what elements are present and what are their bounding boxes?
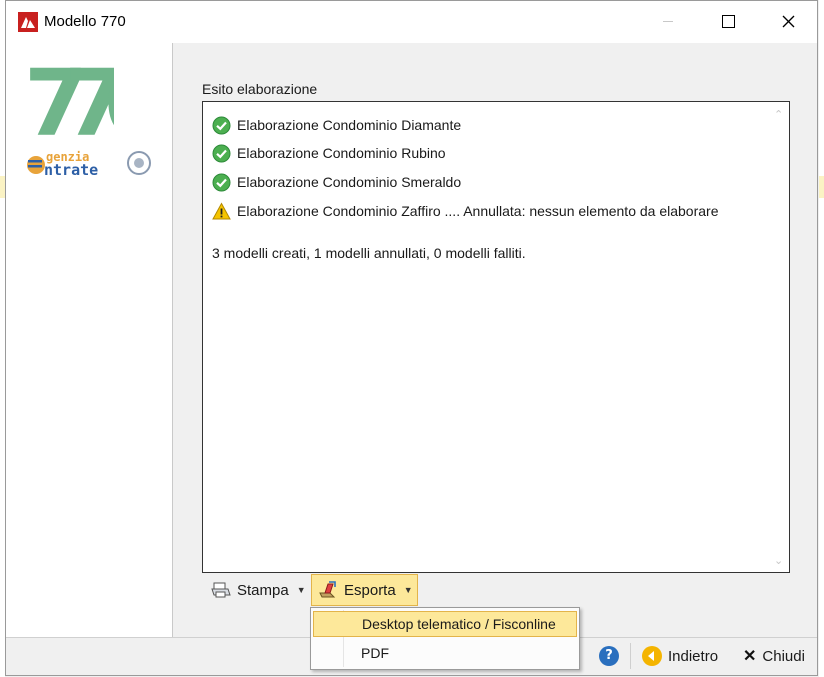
- result-text: Elaborazione Condominio Rubino: [237, 145, 446, 161]
- back-arrow-icon: [642, 646, 662, 666]
- check-circle-icon: [212, 144, 231, 163]
- scroll-up-icon[interactable]: ⌃: [774, 109, 784, 120]
- sidebar-logo-panel: 770 genzia ntrate: [6, 43, 188, 637]
- modello-770-logo: 770: [24, 50, 188, 157]
- result-text: Elaborazione Condominio Zaffiro .... Ann…: [237, 203, 719, 219]
- warning-icon: [212, 201, 231, 221]
- result-text: Elaborazione Condominio Diamante: [237, 117, 462, 133]
- logo-number: 770: [24, 53, 114, 139]
- help-button[interactable]: ?: [599, 646, 619, 666]
- list-item: Elaborazione Condominio Zaffiro .... Ann…: [212, 201, 719, 221]
- export-label: Esporta: [344, 581, 396, 599]
- title-bar: Modello 770: [6, 1, 817, 43]
- summary-text: 3 modelli creati, 1 modelli annullati, 0…: [212, 245, 526, 261]
- check-circle-icon: [212, 116, 231, 135]
- window-title: Modello 770: [44, 13, 126, 30]
- maximize-button[interactable]: [705, 1, 751, 43]
- close-icon: ✕: [743, 648, 757, 665]
- export-icon: [318, 581, 338, 599]
- export-button[interactable]: Esporta ▼: [311, 574, 418, 606]
- menu-item-pdf[interactable]: PDF: [313, 641, 577, 667]
- close-window-button[interactable]: [765, 1, 811, 43]
- result-text: Elaborazione Condominio Smeraldo: [237, 174, 462, 190]
- footer-separator: [630, 643, 631, 669]
- export-dropdown-menu: Desktop telematico / Fisconline PDF: [310, 607, 580, 670]
- print-button[interactable]: Stampa ▼: [206, 574, 311, 606]
- back-button[interactable]: Indietro: [642, 643, 718, 669]
- back-label: Indietro: [668, 647, 719, 665]
- help-icon: ?: [605, 648, 613, 663]
- agenzia-entrate-logo: genzia ntrate: [24, 143, 154, 183]
- print-label: Stampa: [237, 581, 289, 599]
- section-label: Esito elaborazione: [202, 81, 318, 97]
- results-panel[interactable]: ⌃ ⌄ Elaborazione Condominio Diamante Ela…: [202, 101, 790, 573]
- list-item: Elaborazione Condominio Rubino: [212, 143, 446, 163]
- check-circle-icon: [212, 173, 231, 192]
- logo-line2: ntrate: [44, 161, 98, 179]
- modello-770-dialog: Modello 770 770 genzia ntrate: [5, 0, 818, 676]
- chevron-down-icon[interactable]: ▼: [404, 585, 413, 595]
- minimize-button[interactable]: [646, 1, 692, 43]
- list-item: Elaborazione Condominio Diamante: [212, 115, 461, 135]
- scroll-down-icon[interactable]: ⌄: [774, 555, 784, 566]
- close-button[interactable]: ✕ Chiudi: [743, 643, 805, 669]
- background-app-edge-right: [819, 0, 824, 677]
- printer-icon: [211, 581, 231, 599]
- close-label: Chiudi: [762, 647, 805, 665]
- list-item: Elaborazione Condominio Smeraldo: [212, 172, 461, 192]
- menu-item-desktop-telematico[interactable]: Desktop telematico / Fisconline: [313, 611, 577, 637]
- modello-770-icon: [18, 12, 38, 32]
- close-icon: [782, 15, 795, 28]
- background-highlight-row: [819, 176, 824, 198]
- chevron-down-icon[interactable]: ▼: [297, 585, 306, 595]
